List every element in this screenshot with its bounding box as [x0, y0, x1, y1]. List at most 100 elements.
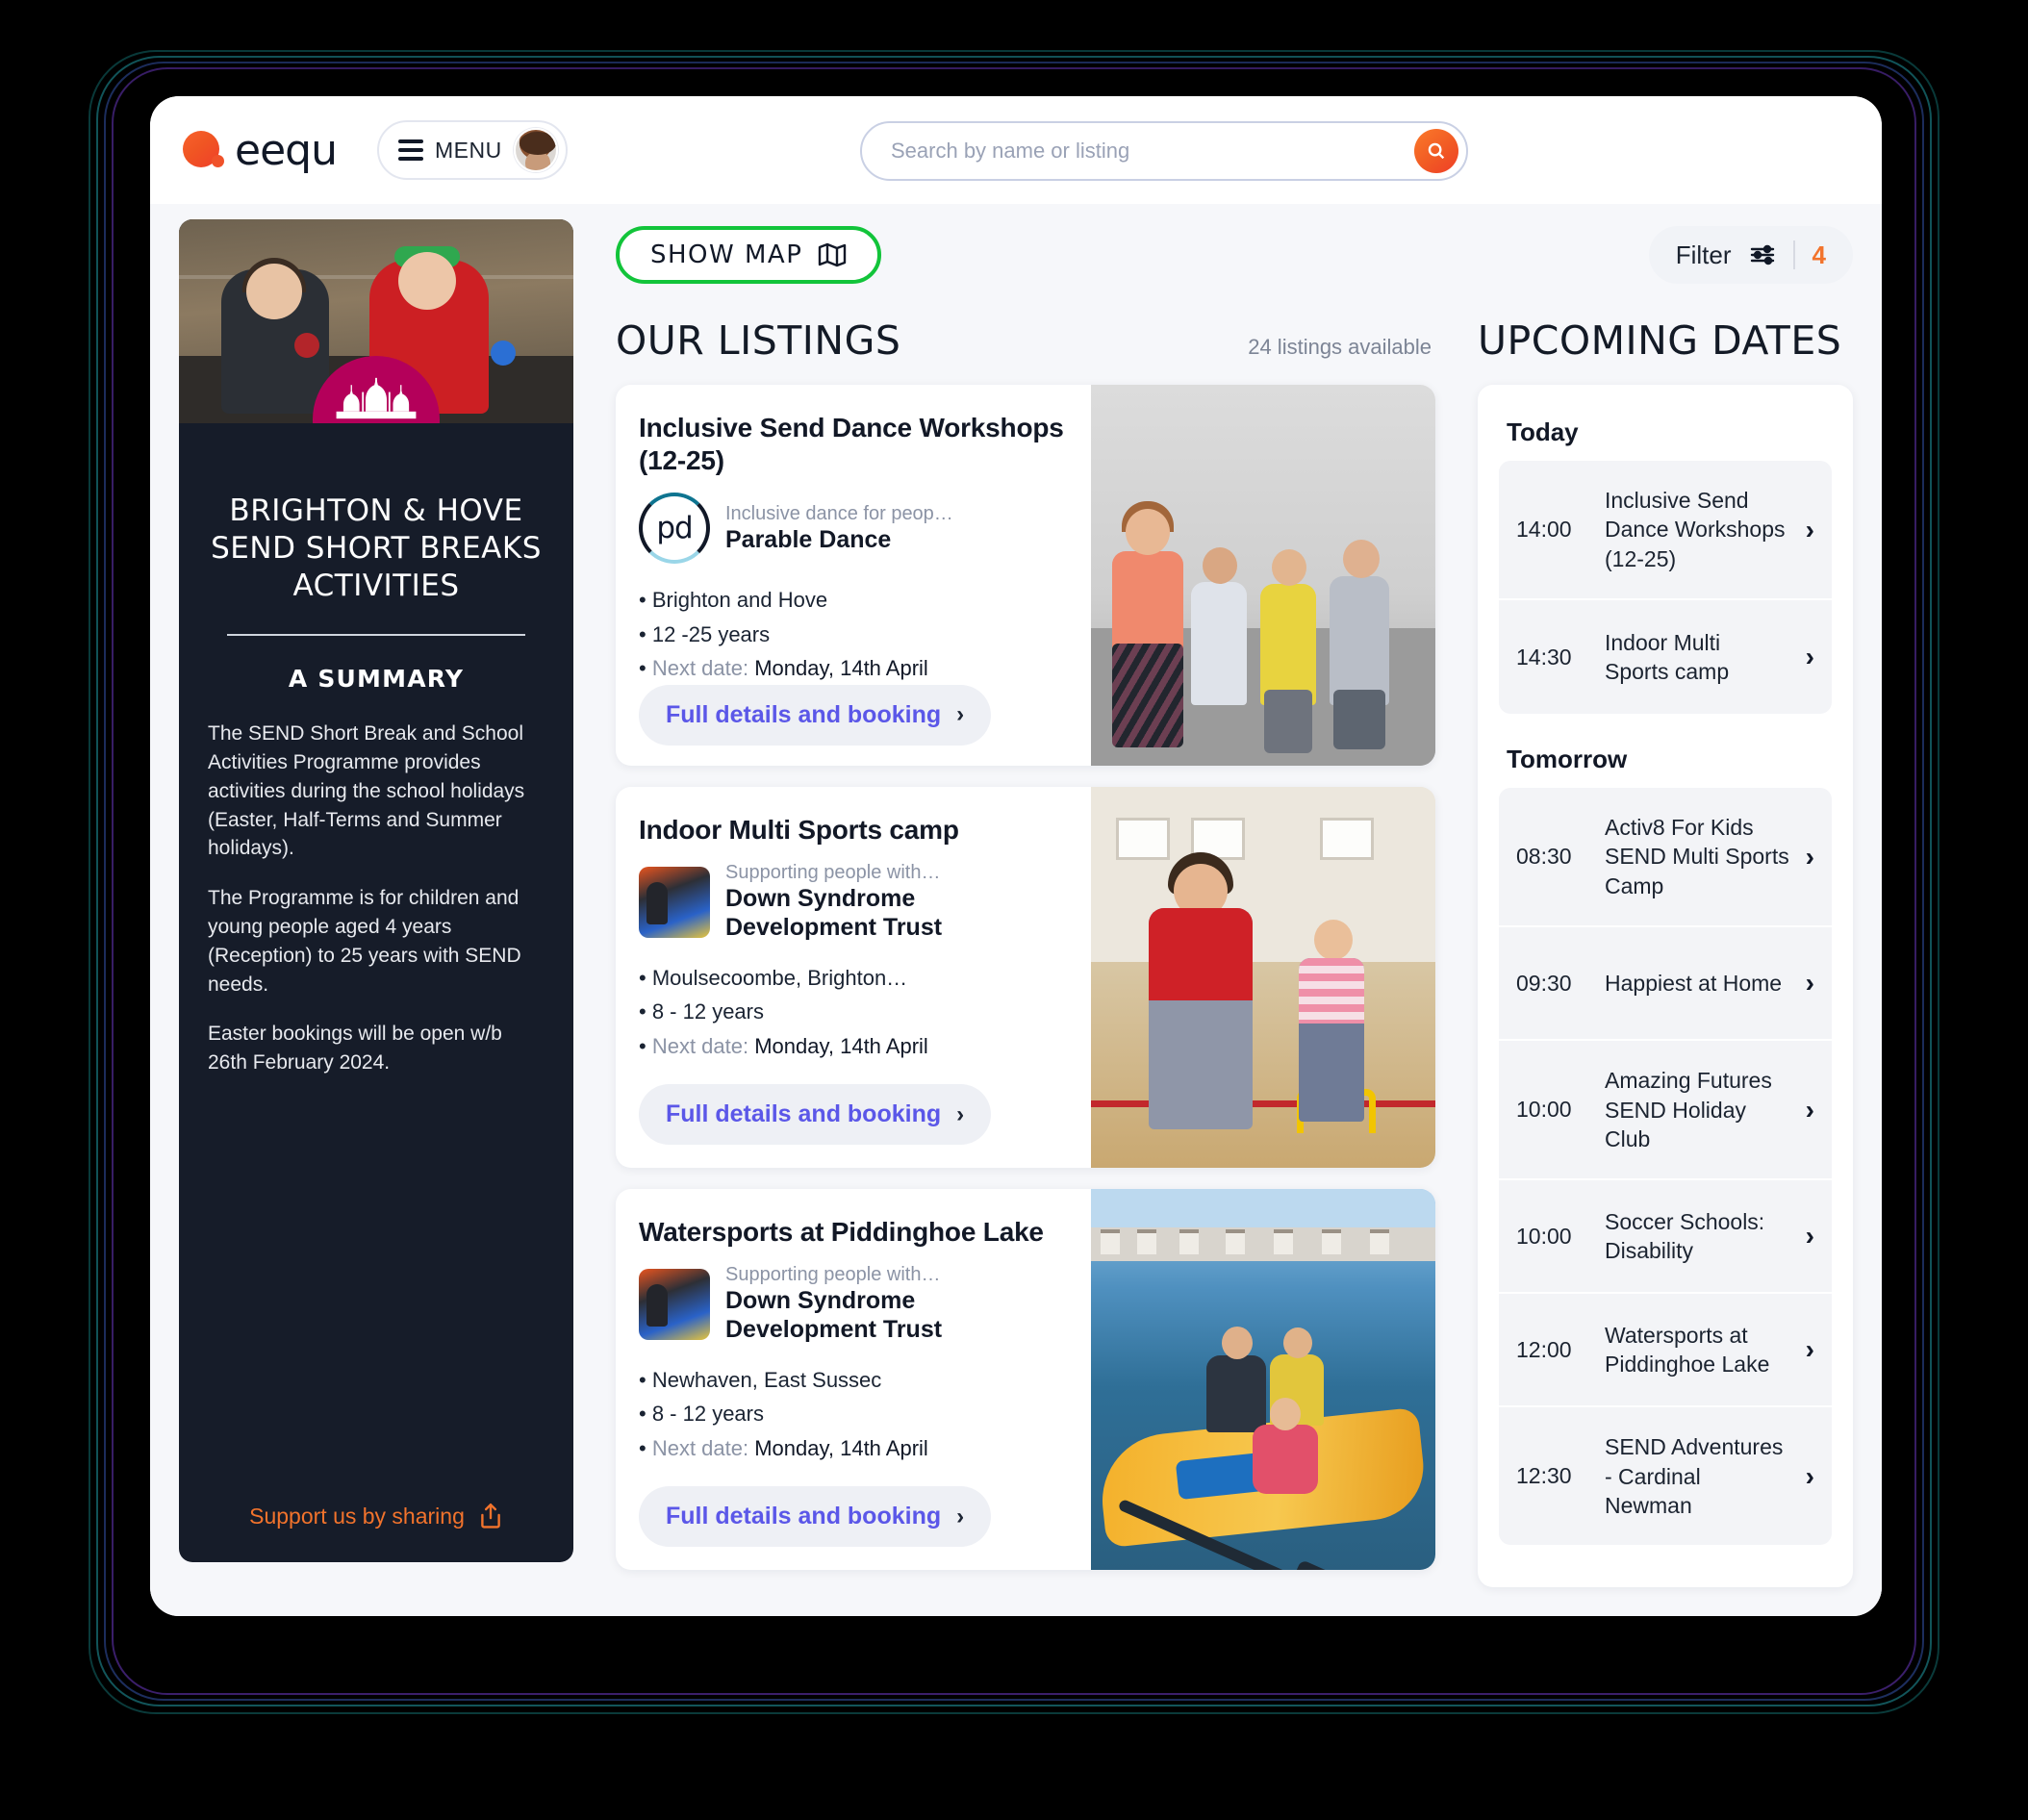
- menu-button[interactable]: MENU: [376, 120, 568, 180]
- date-row[interactable]: 10:00 Amazing Futures SEND Holiday Club …: [1499, 1041, 1832, 1181]
- chevron-right-icon: ›: [1805, 1094, 1814, 1125]
- filter-divider: [1792, 240, 1795, 269]
- date-row[interactable]: 12:30 SEND Adventures - Cardinal Newman …: [1499, 1407, 1832, 1545]
- listing-next-date: Next date: Monday, 14th April: [639, 1431, 1066, 1465]
- date-row[interactable]: 09:30 Happiest at Home ›: [1499, 927, 1832, 1042]
- date-row[interactable]: 12:00 Watersports at Piddinghoe Lake ›: [1499, 1294, 1832, 1408]
- provider-tagline: Inclusive dance for peop…: [725, 502, 953, 524]
- royal-pavilion-icon: [336, 377, 417, 419]
- brand-name: eequ: [235, 125, 338, 175]
- full-details-button[interactable]: Full details and booking ›: [639, 684, 992, 746]
- search-box: [860, 121, 1468, 181]
- share-icon: [481, 1503, 500, 1529]
- listing-image: [1091, 385, 1435, 766]
- next-date-label: Next date:: [651, 1033, 749, 1058]
- listing-location: Newhaven, East Sussec: [639, 1363, 1066, 1397]
- full-details-button[interactable]: Full details and booking ›: [639, 1084, 992, 1145]
- provider-tagline: Supporting people with…: [725, 862, 941, 884]
- share-label: Support us by sharing: [249, 1503, 465, 1529]
- share-button[interactable]: Support us by sharing: [208, 1481, 545, 1562]
- listing-card-content: Inclusive Send Dance Workshops (12-25) p…: [616, 385, 1091, 766]
- date-time: 10:00: [1516, 1097, 1572, 1123]
- provider-tagline: Supporting people with…: [725, 1264, 941, 1286]
- upcoming-dates-card: Today 14:00 Inclusive Send Dance Worksho…: [1478, 385, 1853, 1587]
- date-name: Watersports at Piddinghoe Lake: [1605, 1322, 1770, 1378]
- chevron-right-icon: ›: [956, 1100, 965, 1127]
- filter-count: 4: [1812, 240, 1826, 269]
- listing-details: Newhaven, East Sussec 8 - 12 years Next …: [639, 1363, 1066, 1465]
- map-toolbar: SHOW MAP: [616, 219, 1435, 291]
- upcoming-column: Filter 4 UPCOMING DATES Today 14:00 Incl…: [1435, 219, 1853, 1616]
- provider-name: Down Syndrome Development Trust: [725, 885, 943, 942]
- hamburger-icon: [397, 139, 423, 161]
- chevron-right-icon: ›: [1805, 1334, 1814, 1365]
- date-name: Indoor Multi Sports camp: [1605, 629, 1730, 685]
- listing-title: Watersports at Piddinghoe Lake: [639, 1217, 1044, 1247]
- day-label-tomorrow: Tomorrow: [1507, 745, 1628, 774]
- date-name: Activ8 For Kids SEND Multi Sports Camp: [1605, 815, 1789, 898]
- next-date-label: Next date:: [651, 1435, 749, 1460]
- date-name: SEND Adventures - Cardinal Newman: [1605, 1434, 1784, 1518]
- app-window: eequ MENU Search by name or listing BRIG…: [150, 96, 1882, 1616]
- filter-button[interactable]: Filter 4: [1648, 226, 1853, 284]
- chevron-right-icon: ›: [1805, 1460, 1814, 1491]
- full-details-label: Full details and booking: [666, 1503, 942, 1529]
- chevron-right-icon: ›: [1805, 968, 1814, 998]
- next-date-value: Monday, 14th April: [754, 1435, 928, 1460]
- date-name: Happiest at Home: [1605, 970, 1783, 996]
- listing-details: Brighton and Hove 12 -25 years Next date…: [639, 583, 1066, 685]
- listing-ages: 12 -25 years: [639, 618, 1066, 651]
- listing-card[interactable]: Watersports at Piddinghoe Lake Supportin…: [616, 1189, 1435, 1570]
- chevron-right-icon: ›: [956, 1503, 965, 1529]
- chevron-right-icon: ›: [1805, 841, 1814, 872]
- full-details-label: Full details and booking: [666, 700, 942, 728]
- eequ-dot-icon: [183, 129, 225, 171]
- menu-label: MENU: [434, 137, 502, 163]
- listings-count: 24 listings available: [1248, 335, 1432, 359]
- listings-column: SHOW MAP OUR LISTINGS 24 listings availa…: [573, 219, 1435, 1616]
- promo-paragraph: Easter bookings will be open w/b 26th Fe…: [208, 1023, 502, 1074]
- date-row[interactable]: 14:30 Indoor Multi Sports camp ›: [1499, 600, 1832, 714]
- date-row[interactable]: 08:30 Activ8 For Kids SEND Multi Sports …: [1499, 788, 1832, 928]
- promo-title: BRIGHTON & HOVE SEND SHORT BREAKS ACTIVI…: [211, 493, 542, 604]
- provider-name: Parable Dance: [725, 525, 892, 553]
- listing-card-content: Indoor Multi Sports camp Supporting peop…: [616, 787, 1091, 1168]
- date-row[interactable]: 10:00 Soccer Schools: Disability ›: [1499, 1180, 1832, 1295]
- search-area: [860, 121, 1468, 181]
- filter-label: Filter: [1675, 240, 1732, 269]
- next-date-value: Monday, 14th April: [754, 655, 928, 680]
- listing-image: [1091, 1189, 1435, 1570]
- listing-provider: pd Inclusive dance for peop… Parable Dan…: [639, 493, 1066, 565]
- promo-divider: [227, 634, 525, 637]
- show-map-button[interactable]: SHOW MAP: [616, 226, 882, 284]
- date-group-today: 14:00 Inclusive Send Dance Workshops (12…: [1499, 461, 1832, 715]
- promo-paragraph: The Programme is for children and young …: [208, 887, 521, 996]
- promo-paragraph: The SEND Short Break and School Activiti…: [208, 722, 525, 860]
- search-input[interactable]: [891, 139, 1414, 164]
- search-button[interactable]: [1414, 129, 1458, 173]
- date-name: Inclusive Send Dance Workshops (12-25): [1605, 488, 1786, 571]
- provider-logo-icon: pd: [639, 493, 710, 565]
- listing-card-content: Watersports at Piddinghoe Lake Supportin…: [616, 1189, 1091, 1570]
- listing-next-date: Next date: Monday, 14th April: [639, 1029, 1066, 1063]
- listing-card[interactable]: Inclusive Send Dance Workshops (12-25) p…: [616, 385, 1435, 766]
- search-icon: [1428, 142, 1445, 160]
- sliders-icon: [1750, 244, 1774, 265]
- provider-logo-icon: [639, 866, 710, 938]
- screen-root: eequ MENU Search by name or listing BRIG…: [0, 0, 2028, 1820]
- listing-card[interactable]: Indoor Multi Sports camp Supporting peop…: [616, 787, 1435, 1168]
- brand-logo[interactable]: eequ: [183, 125, 338, 175]
- date-row[interactable]: 14:00 Inclusive Send Dance Workshops (12…: [1499, 461, 1832, 601]
- full-details-label: Full details and booking: [666, 1100, 942, 1127]
- date-time: 12:30: [1516, 1463, 1572, 1489]
- promo-panel: Brighton & Hove City Council BRIGHTON & …: [179, 219, 573, 1562]
- listing-provider: Supporting people with… Down Syndrome De…: [639, 862, 1066, 942]
- avatar[interactable]: [513, 128, 558, 172]
- filter-toolbar: Filter 4: [1478, 219, 1853, 291]
- date-group-tomorrow: 08:30 Activ8 For Kids SEND Multi Sports …: [1499, 788, 1832, 1546]
- top-bar: eequ MENU: [150, 96, 1882, 204]
- full-details-button[interactable]: Full details and booking ›: [639, 1486, 992, 1547]
- date-time: 12:00: [1516, 1336, 1572, 1362]
- chevron-right-icon: ›: [1805, 1221, 1814, 1251]
- day-label-today: Today: [1507, 417, 1579, 446]
